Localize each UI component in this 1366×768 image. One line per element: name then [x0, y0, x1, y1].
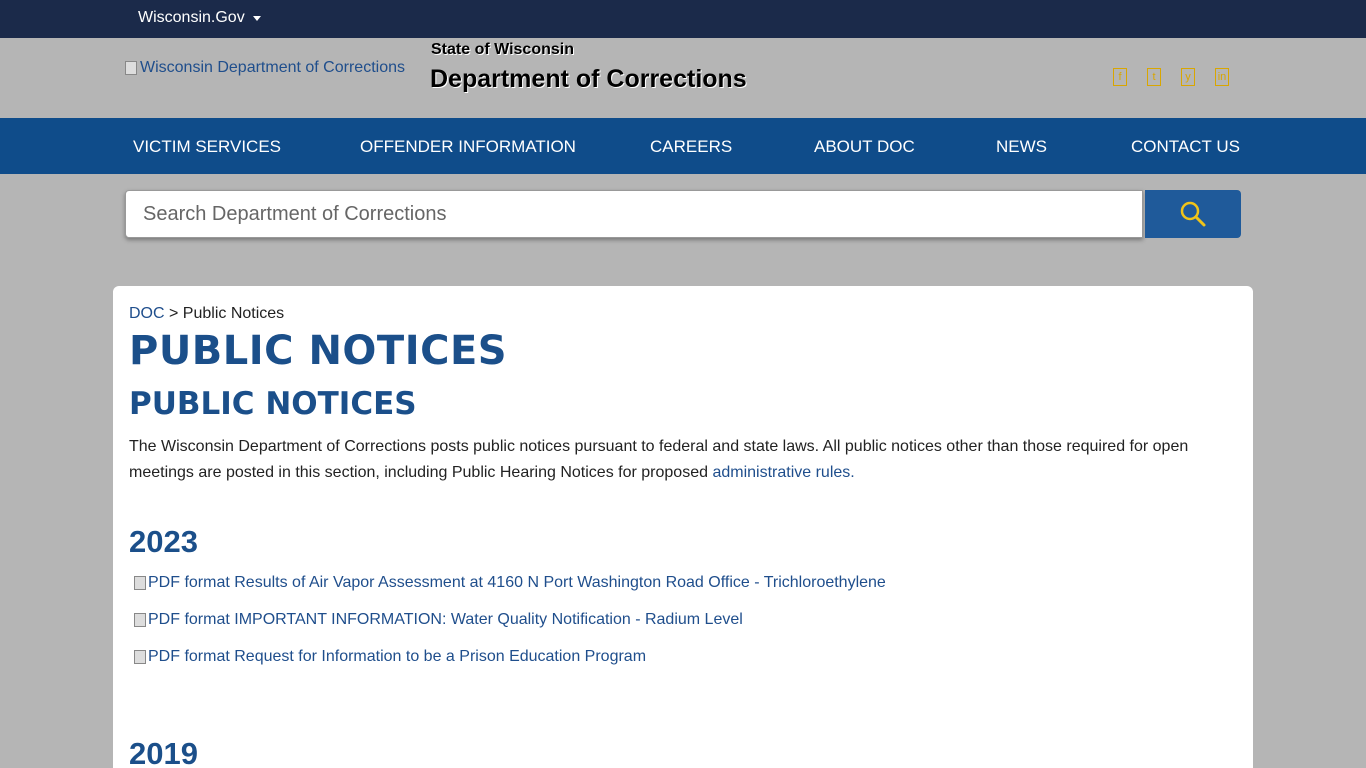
search-icon	[1180, 201, 1206, 227]
notice-label: Results of Air Vapor Assessment at 4160 …	[234, 574, 886, 591]
notice-link[interactable]: PDF format Results of Air Vapor Assessme…	[134, 574, 886, 592]
department-name: Department of Corrections	[430, 65, 747, 93]
wisconsin-gov-dropdown[interactable]: Wisconsin.Gov	[138, 9, 261, 27]
site-header: Wisconsin Department of Corrections Stat…	[0, 38, 1366, 118]
page-title: PUBLIC NOTICES	[129, 328, 508, 374]
pdf-icon-alt: PDF format	[148, 648, 230, 665]
notice-link[interactable]: PDF format IMPORTANT INFORMATION: Water …	[134, 611, 743, 629]
year-heading-2019: 2019	[129, 736, 198, 768]
logo-alt-text: Wisconsin Department of Corrections	[140, 59, 405, 76]
search-button[interactable]	[1145, 190, 1241, 238]
broken-image-icon	[125, 61, 137, 75]
notice-label: Request for Information to be a Prison E…	[234, 648, 647, 665]
intro-paragraph: The Wisconsin Department of Corrections …	[129, 434, 1219, 486]
nav-news[interactable]: NEWS	[996, 137, 1047, 157]
breadcrumb: DOC > Public Notices	[129, 305, 284, 323]
search-input[interactable]	[125, 190, 1143, 238]
chevron-down-icon	[252, 15, 261, 21]
notice-label: IMPORTANT INFORMATION: Water Quality Not…	[234, 611, 743, 628]
administrative-rules-link[interactable]: administrative rules.	[712, 464, 854, 481]
breadcrumb-current: Public Notices	[182, 305, 285, 322]
state-name: State of Wisconsin	[431, 41, 574, 58]
nav-victim-services[interactable]: VICTIM SERVICES	[133, 137, 281, 157]
top-bar: Wisconsin.Gov	[0, 0, 1366, 38]
main-navigation: VICTIM SERVICES OFFENDER INFORMATION CAR…	[0, 118, 1366, 174]
nav-offender-information[interactable]: OFFENDER INFORMATION	[360, 137, 576, 157]
youtube-icon[interactable]: y	[1181, 68, 1195, 86]
facebook-icon[interactable]: f	[1113, 68, 1127, 86]
nav-contact-us[interactable]: CONTACT US	[1131, 137, 1240, 157]
nav-careers[interactable]: CAREERS	[650, 137, 732, 157]
pdf-icon-alt: PDF format	[148, 611, 230, 628]
doc-logo-link[interactable]: Wisconsin Department of Corrections	[125, 59, 405, 77]
year-heading-2023: 2023	[129, 524, 198, 559]
content-card: DOC > Public Notices PUBLIC NOTICES PUBL…	[113, 286, 1253, 768]
social-links: f t y in	[1113, 68, 1229, 86]
nav-about-doc[interactable]: ABOUT DOC	[814, 137, 915, 157]
pdf-icon-alt: PDF format	[148, 574, 230, 591]
page-subtitle: PUBLIC NOTICES	[129, 386, 417, 422]
linkedin-icon[interactable]: in	[1215, 68, 1229, 86]
notice-link[interactable]: PDF format Request for Information to be…	[134, 648, 646, 666]
breadcrumb-separator: >	[164, 305, 183, 322]
wisconsin-gov-label: Wisconsin.Gov	[138, 9, 245, 26]
pdf-icon	[134, 613, 146, 627]
pdf-icon	[134, 576, 146, 590]
breadcrumb-root-link[interactable]: DOC	[129, 305, 165, 322]
intro-text: The Wisconsin Department of Corrections …	[129, 438, 1189, 481]
pdf-icon	[134, 650, 146, 664]
twitter-icon[interactable]: t	[1147, 68, 1161, 86]
